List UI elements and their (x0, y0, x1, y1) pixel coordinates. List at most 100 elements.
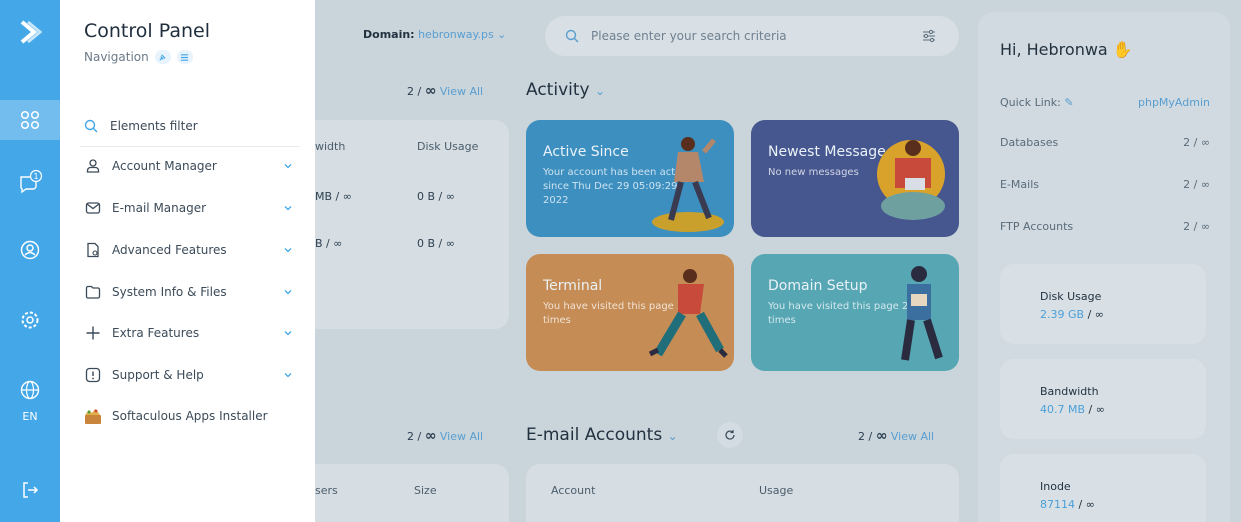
logo-icon[interactable] (10, 12, 50, 52)
col-bandwidth: width (315, 140, 346, 153)
view-all-link[interactable]: View All (440, 430, 483, 443)
stat-label: Disk Usage (1040, 290, 1102, 303)
chevron-down-icon: ⌄ (667, 429, 678, 443)
pin-icon[interactable] (154, 50, 171, 64)
refresh-icon[interactable] (717, 422, 743, 448)
panel-title: Control Panel (84, 20, 210, 42)
tile-domain-setup[interactable]: Domain Setup You have visited this page … (751, 254, 959, 371)
infinity-icon: ∞ (424, 83, 437, 99)
softaculous-icon (84, 407, 102, 425)
stat-inode: Inode 87114 / ∞ (1000, 454, 1206, 522)
count-label: 2 / (407, 430, 422, 443)
stat-label: Inode (1040, 480, 1071, 493)
account-summary-panel: Hi, Hebronwa ✋ Quick Link: ✎ phpMyAdmin … (978, 12, 1230, 522)
side-rail: 1 EN (0, 0, 60, 522)
databases-row: Databases 2 / ∞ (1000, 136, 1210, 149)
nav-item-advanced-features[interactable]: Advanced Features (84, 238, 294, 262)
quick-link-value[interactable]: phpMyAdmin (1138, 96, 1210, 109)
col-account: Account (551, 484, 596, 497)
domain-selector[interactable]: Domain: hebronway.ps ⌄ (363, 28, 506, 41)
ftp-count: 2 / ∞ View All (407, 428, 483, 444)
advanced-file-icon (84, 241, 102, 259)
chevron-down-icon (284, 248, 292, 253)
nav-item-system-info-files[interactable]: System Info & Files (84, 280, 294, 304)
panel-subtitle: Navigation (84, 50, 193, 64)
tile-title: Domain Setup (768, 278, 868, 294)
search-bar[interactable]: Please enter your search criteria (545, 16, 959, 56)
view-all-link[interactable]: View All (891, 430, 934, 443)
person-running-illustration-icon (648, 269, 728, 358)
ftp-accounts-row: FTP Accounts 2 / ∞ (1000, 220, 1210, 233)
view-all-link[interactable]: View All (440, 85, 483, 98)
elements-filter[interactable]: Elements filter (84, 116, 294, 136)
row-value: 2 / ∞ (1183, 220, 1210, 233)
chevron-down-icon (284, 373, 292, 378)
ftp-card: sers Size (315, 464, 509, 522)
stat-disk-usage: Disk Usage 2.39 GB / ∞ (1000, 264, 1206, 344)
websites-card: width Disk Usage MB / ∞ 0 B / ∞ B / ∞ 0 … (315, 120, 509, 329)
divider (80, 146, 300, 147)
infinity-icon: ∞ (424, 428, 437, 444)
activity-title[interactable]: Activity ⌄ (526, 80, 605, 100)
nav-item-label: System Info & Files (112, 285, 227, 299)
settings-gear-icon[interactable] (0, 300, 60, 340)
greeting: Hi, Hebronwa ✋ (1000, 40, 1133, 59)
email-accounts-title[interactable]: E-mail Accounts ⌄ (526, 425, 678, 445)
nav-item-support-help[interactable]: Support & Help (84, 363, 294, 387)
tile-title: Active Since (543, 144, 629, 160)
chevron-down-icon: ⌄ (497, 28, 507, 41)
user-circle-icon[interactable] (0, 230, 60, 270)
mail-icon (84, 199, 102, 217)
chevron-down-icon: ⌄ (594, 84, 606, 98)
dashboard-grid-icon[interactable] (0, 100, 60, 140)
quick-link-label: Quick Link: ✎ (1000, 96, 1074, 109)
plus-icon (84, 324, 102, 342)
logout-icon[interactable] (0, 470, 60, 510)
edit-pencil-icon[interactable]: ✎ (1064, 96, 1073, 109)
globe-icon[interactable] (0, 370, 60, 410)
tile-active-since[interactable]: Active Since Your account has been activ… (526, 120, 734, 237)
nav-item-label: Support & Help (112, 368, 204, 382)
search-placeholder: Please enter your search criteria (591, 29, 787, 43)
infinity-icon: ∞ (875, 428, 888, 444)
search-icon (565, 29, 579, 43)
stat-value: 87114 / ∞ (1040, 498, 1095, 511)
email-accounts-card: Account Usage (526, 464, 959, 522)
tile-terminal[interactable]: Terminal You have visited this page 29 t… (526, 254, 734, 371)
row-label: Databases (1000, 136, 1059, 149)
count-label: 2 / (858, 430, 873, 443)
nav-item-extra-features[interactable]: Extra Features (84, 321, 294, 345)
row-disk: 0 B / ∞ (417, 237, 455, 250)
nav-item-softaculous[interactable]: Softaculous Apps Installer (84, 404, 294, 428)
dashboard-background: Domain: hebronway.ps ⌄ Please enter your… (315, 0, 1241, 522)
row-label: E-Mails (1000, 178, 1039, 191)
email-accounts-label: E-mail Accounts (526, 425, 663, 445)
stat-bandwidth: Bandwidth 40.7 MB / ∞ (1000, 359, 1206, 439)
stat-label: Bandwidth (1040, 385, 1099, 398)
nav-item-label: E-mail Manager (112, 201, 207, 215)
websites-count: 2 / ∞ View All (407, 83, 483, 99)
folder-icon (84, 283, 102, 301)
navigation-panel: Control Panel Navigation Elements filter… (60, 0, 315, 522)
messages-icon[interactable]: 1 (0, 162, 60, 202)
row-disk: 0 B / ∞ (417, 190, 455, 203)
greeting-text: Hi, Hebronwa (1000, 40, 1108, 59)
filter-sliders-icon[interactable] (921, 28, 937, 44)
stat-value: 40.7 MB / ∞ (1040, 403, 1105, 416)
waving-hand-icon: ✋ (1112, 40, 1133, 59)
list-icon[interactable] (176, 50, 193, 64)
col-users: sers (315, 484, 338, 497)
person-laptop-illustration-icon (877, 140, 945, 220)
tile-newest-message[interactable]: Newest Message No new messages (751, 120, 959, 237)
language-label[interactable]: EN (0, 410, 60, 423)
nav-item-account-manager[interactable]: Account Manager (84, 154, 294, 178)
stat-value: 2.39 GB / ∞ (1040, 308, 1104, 321)
nav-item-email-manager[interactable]: E-mail Manager (84, 196, 294, 220)
nav-item-label: Advanced Features (112, 243, 227, 257)
search-icon (84, 119, 98, 133)
row-value: 2 / ∞ (1183, 136, 1210, 149)
row-label: FTP Accounts (1000, 220, 1074, 233)
nav-item-label: Extra Features (112, 326, 200, 340)
filter-label: Elements filter (110, 119, 198, 133)
domain-value: hebronway.ps (418, 28, 494, 41)
